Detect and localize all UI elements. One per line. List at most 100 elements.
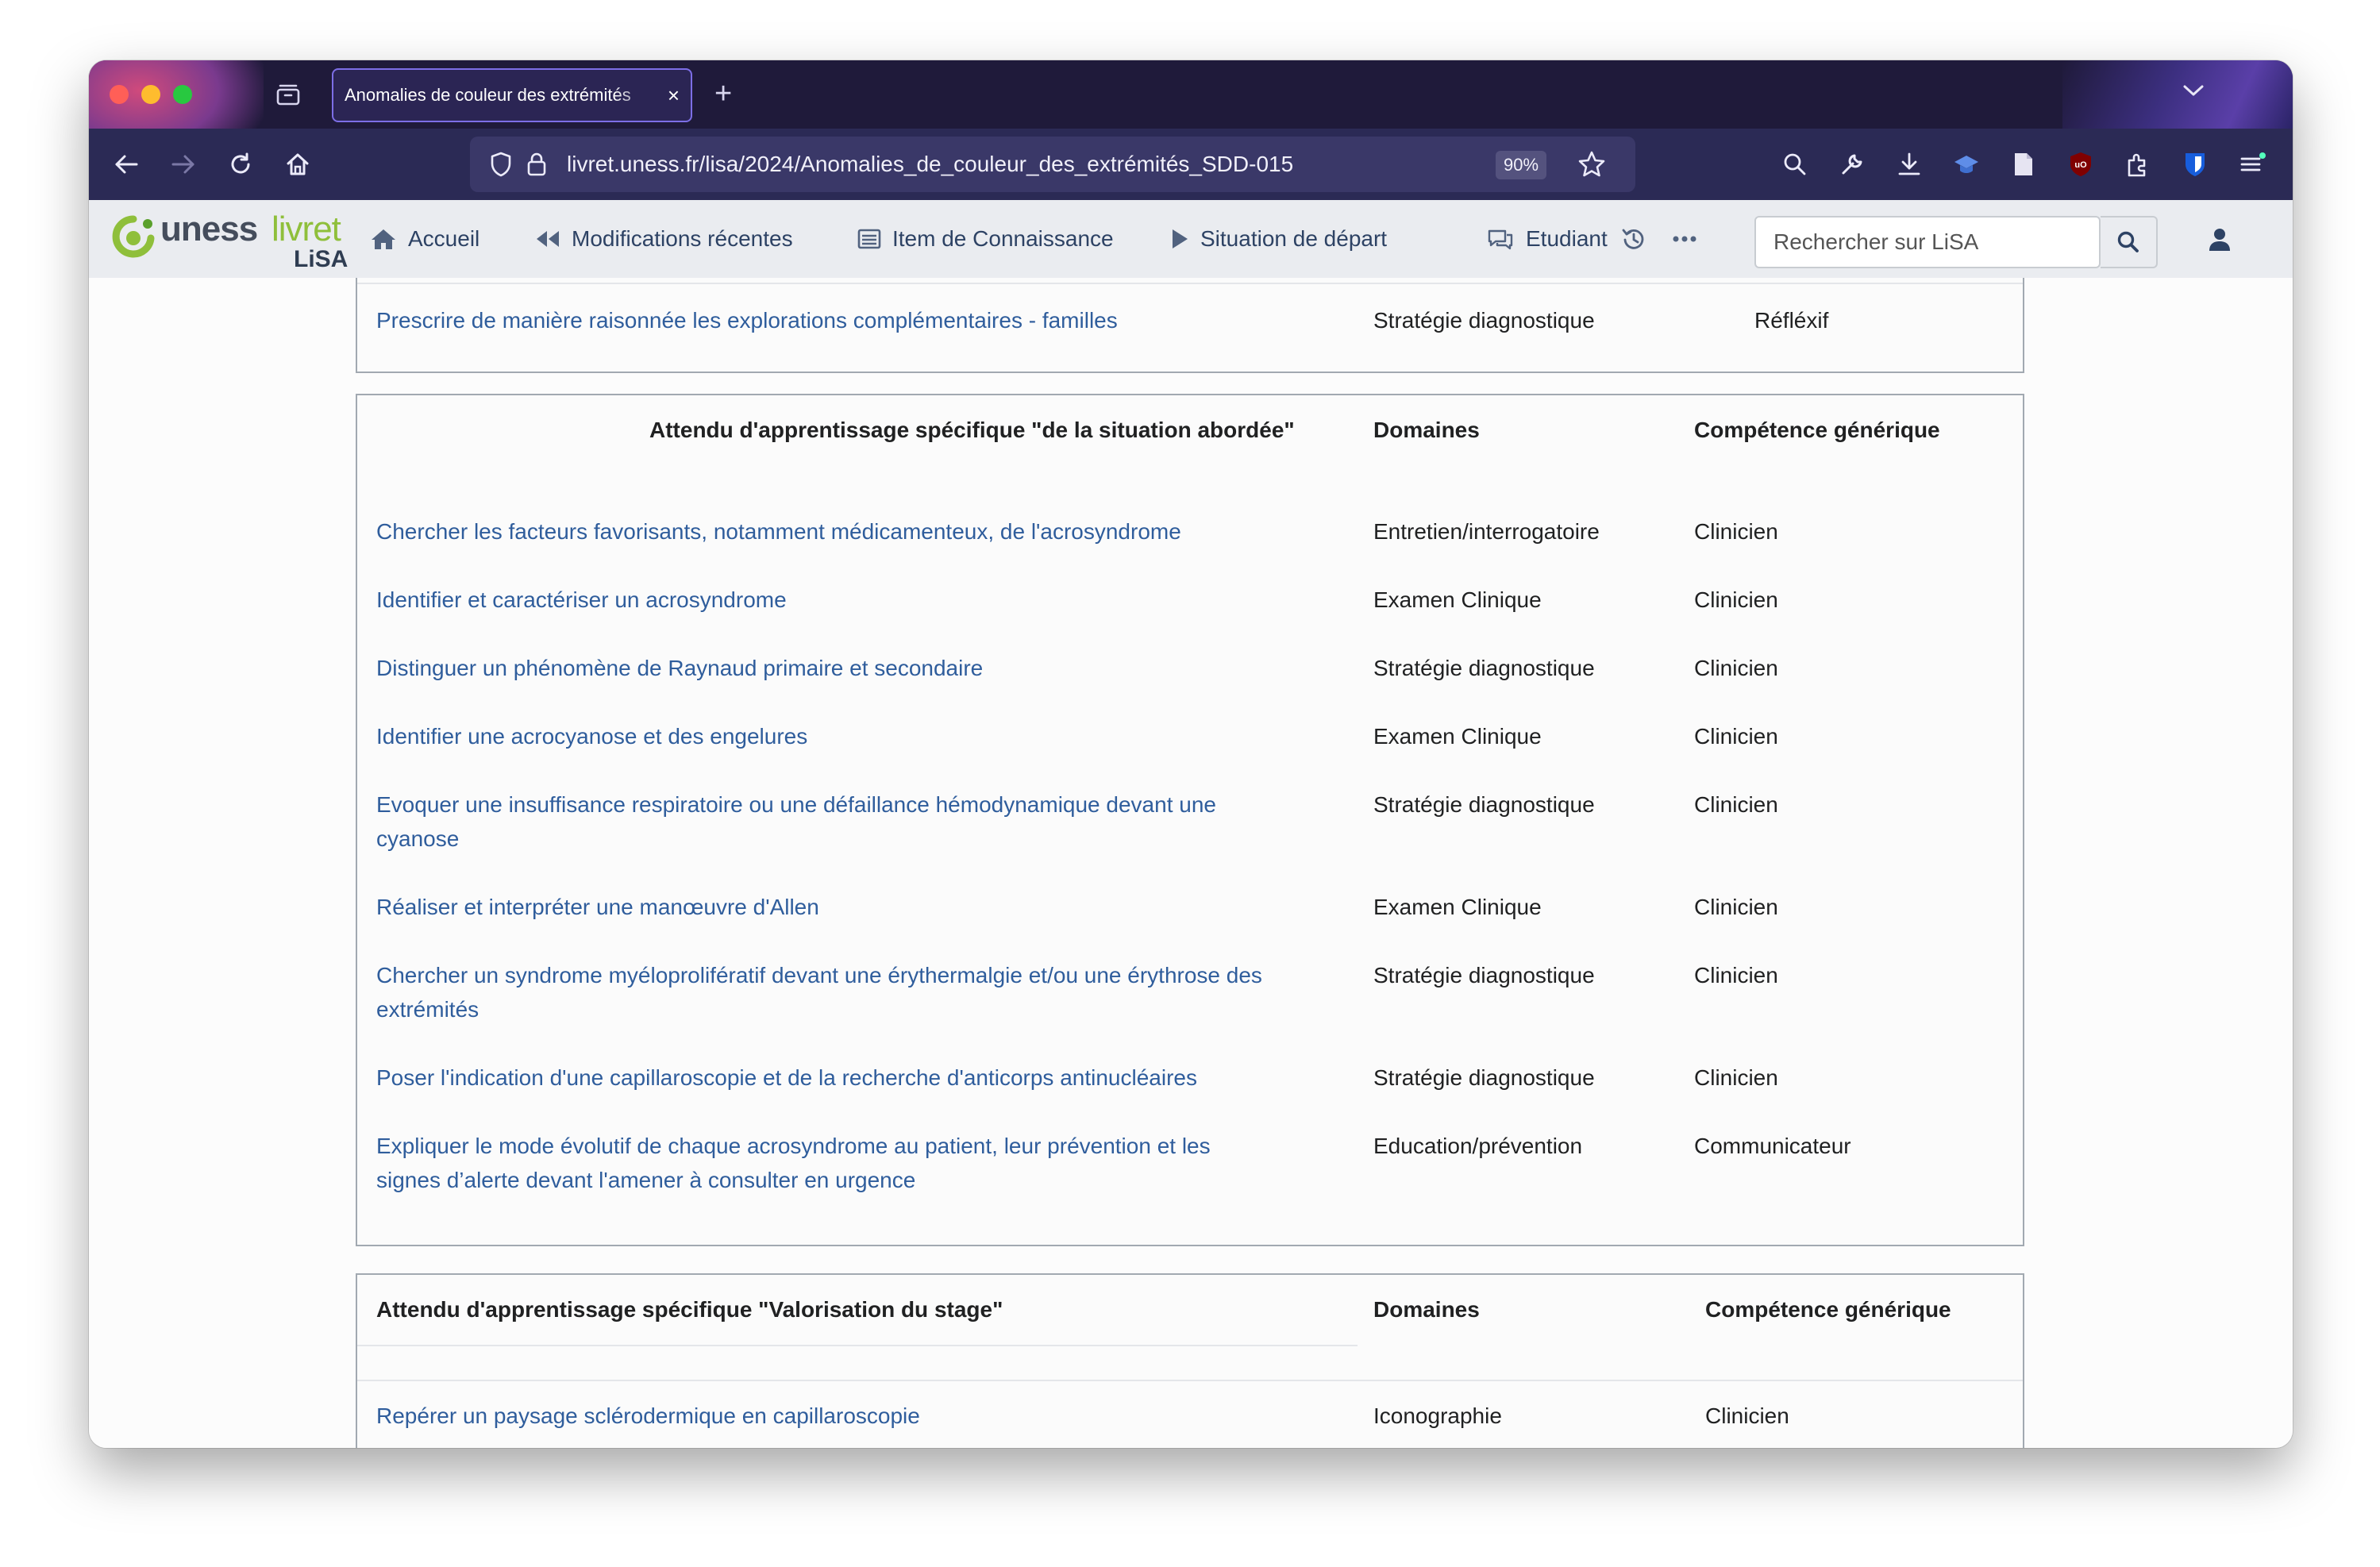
table-row-domain: Iconographie (1373, 1403, 1502, 1428)
table-row-skill: Clinicien (1694, 519, 1778, 544)
table-row-link[interactable]: Expliquer le mode évolutif de chaque acr… (376, 1129, 1211, 1164)
table-row-skill: Clinicien (1694, 724, 1778, 749)
logo-word-uness: uness (160, 210, 258, 248)
table-row-domain: Examen Clinique (1373, 895, 1542, 919)
graduation-cap-extension-icon[interactable] (1950, 148, 1983, 181)
zoom-search-icon[interactable] (1778, 148, 1812, 181)
minimize-window-button[interactable] (141, 85, 160, 104)
extensions-puzzle-icon[interactable] (2121, 148, 2155, 181)
browser-window: Anomalies de couleur des extrémités × + (89, 60, 2293, 1448)
table-row-skill: Clinicien (1694, 895, 1778, 919)
bookmark-star-icon[interactable] (1577, 149, 1607, 183)
tab-overview-icon[interactable] (275, 81, 302, 108)
table-row-link[interactable]: Distinguer un phénomène de Raynaud prima… (376, 651, 983, 686)
nav-modifications-label: Modifications récentes (572, 226, 793, 251)
table-previous: Prescrire de manière raisonnée les explo… (356, 278, 2024, 373)
logo-subtitle: LiSA (294, 246, 349, 272)
nav-accueil[interactable]: Accueil (370, 200, 479, 278)
user-icon (2209, 229, 2230, 251)
table-row-domain: Education/prévention (1373, 1134, 1583, 1158)
tab-close-icon[interactable]: × (668, 85, 680, 106)
nav-etudiant-label: Etudiant (1526, 226, 1608, 251)
history-icon[interactable] (1621, 200, 1658, 278)
table-row-domain: Examen Clinique (1373, 724, 1542, 749)
table-row-skill: Clinicien (1694, 792, 1778, 817)
table-header-title: Attendu d'apprentissage spécifique "de l… (649, 418, 1295, 442)
table-header-domains: Domaines (1373, 1297, 1480, 1322)
list-icon (857, 229, 881, 249)
nav-item-label: Item de Connaissance (892, 226, 1114, 251)
table-header-skill: Compétence générique (1694, 418, 1940, 442)
table-row-skill: Clinicien (1705, 1403, 1789, 1428)
table-row-link[interactable]: Poser l'indication d'une capillaroscopie… (376, 1061, 1197, 1095)
fast-backward-icon (537, 231, 559, 247)
zoom-window-button[interactable] (173, 85, 192, 104)
table-row-domain: Stratégie diagnostique (1373, 656, 1595, 680)
table-row-skill: Clinicien (1694, 963, 1778, 988)
url-text[interactable]: livret.uness.fr/lisa/2024/Anomalies_de_c… (567, 137, 1293, 192)
home-icon (372, 229, 395, 249)
table-row-link[interactable]: Evoquer une insuffisance respiratoire ou… (376, 787, 1216, 822)
list-tabs-icon[interactable] (2182, 83, 2205, 102)
nav-modifications-recentes[interactable]: Modifications récentes (535, 200, 793, 278)
uness-livret-logo[interactable]: uness livret LiSA (110, 205, 348, 273)
table-row-link[interactable]: Repérer un paysage sclérodermique en cap… (376, 1399, 920, 1434)
more-menu-icon[interactable] (1672, 200, 1708, 278)
nav-item-de-connaissance[interactable]: Item de Connaissance (857, 200, 1114, 278)
table-row-skill: Communicateur (1694, 1134, 1851, 1158)
table-row-domain: Stratégie diagnostique (1373, 963, 1595, 988)
table-row-skill: Clinicien (1694, 587, 1778, 612)
back-icon[interactable] (110, 148, 143, 181)
tab-active[interactable]: Anomalies de couleur des extrémités × (332, 68, 692, 122)
table-header-title: Attendu d'apprentissage spécifique "Valo… (376, 1297, 1003, 1322)
wrench-icon[interactable] (1835, 148, 1869, 181)
svg-text:uO: uO (2074, 160, 2087, 170)
table-row-skill: Clinicien (1694, 656, 1778, 680)
tracking-protection-shield-icon[interactable] (489, 151, 513, 182)
table-header-skill: Compétence générique (1705, 1297, 1951, 1322)
downloads-icon[interactable] (1893, 148, 1926, 181)
uness-logo-icon (112, 215, 155, 258)
home-icon[interactable] (281, 148, 314, 181)
table-row-link[interactable]: Chercher les facteurs favorisants, notam… (376, 514, 1181, 549)
table-situation-abordee: Attendu d'apprentissage spécifique "de l… (356, 394, 2024, 1246)
new-tab-icon[interactable]: + (714, 76, 732, 111)
url-bar[interactable]: livret.uness.fr/lisa/2024/Anomalies_de_c… (470, 137, 1635, 192)
forward-icon[interactable] (167, 148, 200, 181)
table-row-domain: Examen Clinique (1373, 587, 1542, 612)
app-menu-icon[interactable] (2236, 148, 2269, 181)
table-row-link-continued[interactable]: cyanose (376, 822, 459, 857)
bitwarden-icon[interactable] (2178, 148, 2212, 181)
table-row-link[interactable]: Réaliser et interpréter une manœuvre d'A… (376, 890, 819, 925)
user-menu-button[interactable] (2202, 222, 2237, 257)
reader-view-icon[interactable] (2007, 148, 2040, 181)
comments-icon (1488, 229, 1513, 250)
table-row-domain: Entretien/interrogatoire (1373, 519, 1600, 544)
reload-icon[interactable] (224, 148, 257, 181)
nav-etudiant[interactable]: Etudiant (1486, 200, 1608, 278)
table-row-link-continued[interactable]: extrémités (376, 992, 479, 1027)
nav-situation-de-depart[interactable]: Situation de départ (1170, 200, 1387, 278)
table-header-domains: Domaines (1373, 418, 1480, 442)
zoom-level-badge[interactable]: 90% (1496, 151, 1547, 179)
table-row-link[interactable]: Chercher un syndrome myéloprolifératif d… (376, 958, 1262, 993)
lock-icon[interactable] (526, 151, 548, 182)
ublock-origin-icon[interactable]: uO (2064, 148, 2097, 181)
close-window-button[interactable] (110, 85, 129, 104)
table-row-domain: Stratégie diagnostique (1373, 1065, 1595, 1090)
table-row-link-continued[interactable]: signes d’alerte devant l'amener à consul… (376, 1163, 915, 1198)
play-icon (1173, 229, 1188, 248)
search-input[interactable] (1756, 218, 2102, 267)
table-row-link[interactable]: Identifier une acrocyanose et des engelu… (376, 719, 807, 754)
navigation-toolbar: livret.uness.fr/lisa/2024/Anomalies_de_c… (89, 129, 2293, 200)
tab-strip: Anomalies de couleur des extrémités × + (89, 60, 2293, 129)
table-row-skill: Réfléxif (1754, 308, 1829, 333)
table-row-link[interactable]: Identifier et caractériser un acrosyndro… (376, 583, 787, 618)
search-field[interactable] (1754, 216, 2102, 268)
table-row-domain: Stratégie diagnostique (1373, 308, 1595, 333)
site-header: uness livret LiSA Accueil Modifications … (89, 200, 2293, 278)
nav-accueil-label: Accueil (408, 226, 480, 251)
table-valorisation-du-stage: Attendu d'apprentissage spécifique "Valo… (356, 1273, 2024, 1448)
table-row-link[interactable]: Prescrire de manière raisonnée les explo… (376, 303, 1118, 338)
search-button[interactable] (2101, 216, 2158, 268)
